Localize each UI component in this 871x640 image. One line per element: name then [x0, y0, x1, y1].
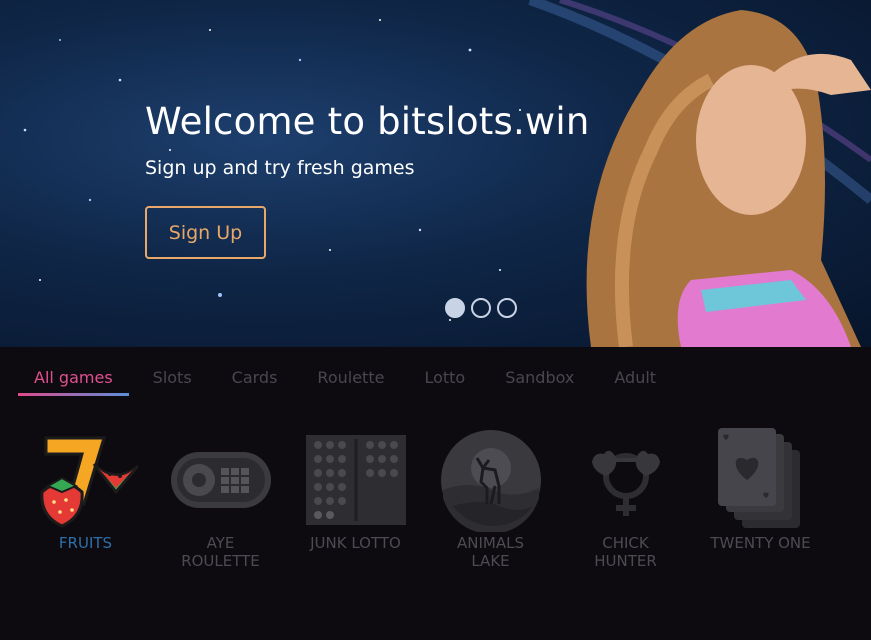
- tab-sandbox[interactable]: Sandbox: [505, 360, 574, 396]
- glasses-icon: [571, 428, 681, 532]
- game-label: FRUITS: [58, 534, 113, 552]
- cards-icon: [706, 428, 816, 532]
- games-grid: FRUITS AYE ROULETTE JUNK LOTTO ANIMALS L…: [18, 428, 828, 570]
- fruits-icon: [31, 428, 141, 532]
- game-label: AYE ROULETTE: [181, 534, 260, 570]
- game-label: ANIMALS LAKE: [457, 534, 524, 570]
- game-label: CHICK HUNTER: [594, 534, 657, 570]
- game-label: TWENTY ONE: [710, 534, 811, 552]
- carousel-dot-2[interactable]: [471, 298, 491, 318]
- deer-icon: [436, 428, 546, 532]
- tab-all-games[interactable]: All games: [18, 360, 129, 396]
- tab-adult[interactable]: Adult: [614, 360, 656, 396]
- hero-copy: Welcome to bitslots.win Sign up and try …: [145, 100, 590, 179]
- roulette-icon: [166, 428, 276, 532]
- game-label: JUNK LOTTO: [310, 534, 401, 552]
- hero-subtitle: Sign up and try fresh games: [145, 157, 415, 179]
- carousel-dots: [445, 298, 517, 318]
- carousel-dot-1[interactable]: [445, 298, 465, 318]
- hero-banner: Welcome to bitslots.win Sign up and try …: [0, 0, 871, 347]
- tab-slots[interactable]: Slots: [153, 360, 192, 396]
- sign-up-button[interactable]: Sign Up: [145, 206, 266, 259]
- tab-cards[interactable]: Cards: [232, 360, 278, 396]
- game-tile-animals-lake[interactable]: ANIMALS LAKE: [423, 428, 558, 570]
- lotto-icon: [301, 428, 411, 532]
- game-tile-twenty-one[interactable]: TWENTY ONE: [693, 428, 828, 570]
- game-tile-aye-roulette[interactable]: AYE ROULETTE: [153, 428, 288, 570]
- tab-lotto[interactable]: Lotto: [424, 360, 465, 396]
- game-category-tabs: All games Slots Cards Roulette Lotto San…: [18, 360, 696, 398]
- game-tile-junk-lotto[interactable]: JUNK LOTTO: [288, 428, 423, 570]
- tab-roulette[interactable]: Roulette: [317, 360, 384, 396]
- game-tile-chick-hunter[interactable]: CHICK HUNTER: [558, 428, 693, 570]
- carousel-dot-3[interactable]: [497, 298, 517, 318]
- game-tile-fruits[interactable]: FRUITS: [18, 428, 153, 570]
- hero-title: Welcome to bitslots.win: [145, 100, 590, 143]
